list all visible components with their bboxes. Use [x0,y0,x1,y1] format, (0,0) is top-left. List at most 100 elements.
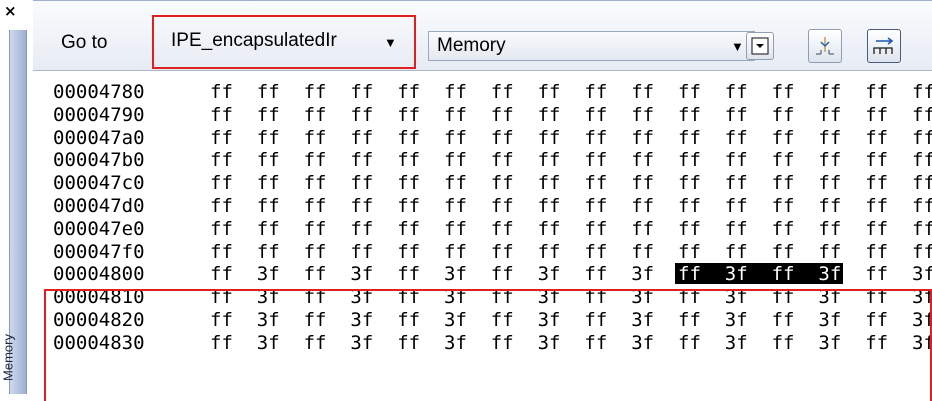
byte-cell[interactable]: ff [818,218,841,240]
view-combobox[interactable]: Memory ▼ [428,31,755,61]
byte-cell[interactable]: ff [491,104,514,126]
byte-cell[interactable]: ff [818,104,841,126]
byte-cell[interactable]: ff [912,195,932,217]
byte-cell[interactable]: ff [772,172,795,194]
byte-cell[interactable]: ff [257,195,280,217]
byte-cell[interactable]: ff [538,195,561,217]
byte-cell[interactable]: ff [678,195,701,217]
byte-cell[interactable]: ff [257,218,280,240]
memory-row[interactable]: 00004790 ff ff ff ff ff ff ff ff ff ff ff ff ff ff ff ff [33,104,932,126]
byte-cell[interactable]: ff [491,241,514,263]
byte-cell[interactable]: ff [491,195,514,217]
byte-cell[interactable]: ff [538,241,561,263]
byte-cell[interactable]: ff [678,241,701,263]
byte-cell[interactable]: ff [210,195,233,217]
memory-row[interactable]: 000047c0 ff ff ff ff ff ff ff ff ff ff ff ff ff ff ff ff [33,172,932,194]
byte-cell[interactable]: ff [444,172,467,194]
byte-cell[interactable]: ff [725,218,748,240]
byte-cell[interactable]: ff [584,195,607,217]
byte-cell[interactable]: ff [210,241,233,263]
byte-cell[interactable]: ff [350,172,373,194]
byte-cell[interactable]: ff [772,149,795,171]
memory-row[interactable]: 000047e0 ff ff ff ff ff ff ff ff ff ff ff ff ff ff ff ff [33,218,932,240]
byte-cell[interactable]: ff [912,218,932,240]
byte-cell[interactable]: ff [678,127,701,149]
byte-cell[interactable]: ff [397,263,420,285]
byte-cell[interactable]: ff [865,127,888,149]
byte-cell[interactable]: ff [912,172,932,194]
byte-cell[interactable]: ff [912,81,932,103]
byte-cell[interactable]: ff [865,263,888,285]
byte-cell[interactable]: ff [444,127,467,149]
byte-cell[interactable]: ff [304,149,327,171]
byte-cell[interactable]: ff [772,81,795,103]
byte-cell[interactable]: ff [678,104,701,126]
byte-cell[interactable]: ff [304,218,327,240]
byte-cell[interactable]: ff [538,218,561,240]
byte-cell[interactable]: ff [631,172,654,194]
memory-row[interactable]: 000047f0 ff ff ff ff ff ff ff ff ff ff ff ff ff ff ff ff [33,241,932,263]
byte-cell[interactable]: ff [304,172,327,194]
byte-cell[interactable]: ff [631,104,654,126]
byte-cell[interactable]: ff [538,172,561,194]
step-into-button[interactable] [808,29,842,63]
memory-row[interactable]: 00004800 ff 3f ff 3f ff 3f ff 3f ff 3f ff 3f ff 3f ff 3f [33,263,932,285]
byte-cell[interactable]: ff [257,104,280,126]
byte-cell[interactable]: ff [865,241,888,263]
byte-cell[interactable]: ff [631,149,654,171]
byte-cell[interactable]: ff [491,263,514,285]
byte-cell[interactable]: ff [210,218,233,240]
byte-cell[interactable]: ff [678,263,701,285]
byte-cell[interactable]: ff [818,172,841,194]
byte-cell[interactable]: ff [584,263,607,285]
byte-cell[interactable]: ff [257,127,280,149]
byte-cell[interactable]: ff [397,241,420,263]
byte-cell[interactable]: ff [912,241,932,263]
byte-cell[interactable]: ff [397,195,420,217]
byte-cell[interactable]: ff [257,241,280,263]
byte-cell[interactable]: ff [350,81,373,103]
memory-row[interactable]: 000047a0 ff ff ff ff ff ff ff ff ff ff ff ff ff ff ff ff [33,127,932,149]
byte-cell[interactable]: ff [772,127,795,149]
byte-cell[interactable]: ff [210,149,233,171]
byte-cell[interactable]: 3f [912,263,932,285]
byte-cell[interactable]: ff [725,149,748,171]
chevron-down-icon[interactable]: ▼ [731,39,744,54]
byte-cell[interactable]: ff [631,195,654,217]
byte-cell[interactable]: ff [818,241,841,263]
byte-cell[interactable]: ff [865,172,888,194]
byte-cell[interactable]: ff [678,81,701,103]
byte-cell[interactable]: ff [397,172,420,194]
byte-cell[interactable]: ff [304,127,327,149]
chevron-down-icon[interactable]: ▼ [384,35,397,50]
byte-cell[interactable]: ff [865,218,888,240]
byte-cell[interactable]: ff [584,241,607,263]
byte-cell[interactable]: ff [725,172,748,194]
byte-cell[interactable]: ff [772,241,795,263]
byte-cell[interactable]: ff [350,104,373,126]
byte-cell[interactable]: ff [350,127,373,149]
byte-cell[interactable]: ff [631,241,654,263]
byte-cell[interactable]: 3f [444,263,467,285]
byte-cell[interactable]: ff [210,127,233,149]
byte-cell[interactable]: ff [491,81,514,103]
byte-cell[interactable]: ff [865,81,888,103]
byte-cell[interactable]: ff [631,218,654,240]
panel-tab-label[interactable]: Memory [1,328,16,388]
byte-cell[interactable]: ff [304,195,327,217]
byte-cell[interactable]: ff [444,81,467,103]
byte-cell[interactable]: ff [912,104,932,126]
close-icon[interactable]: × [4,2,17,20]
byte-cell[interactable]: ff [491,172,514,194]
byte-cell[interactable]: ff [678,172,701,194]
byte-cell[interactable]: 3f [818,263,841,285]
byte-cell[interactable]: 3f [631,263,654,285]
byte-cell[interactable]: ff [210,104,233,126]
byte-cell[interactable]: ff [304,81,327,103]
memory-row[interactable]: 000047b0 ff ff ff ff ff ff ff ff ff ff ff ff ff ff ff ff [33,149,932,171]
byte-cell[interactable]: ff [865,195,888,217]
byte-cell[interactable]: ff [818,195,841,217]
byte-cell[interactable]: ff [210,81,233,103]
byte-cell[interactable]: ff [772,195,795,217]
dropdown-menu-button[interactable] [746,32,774,60]
